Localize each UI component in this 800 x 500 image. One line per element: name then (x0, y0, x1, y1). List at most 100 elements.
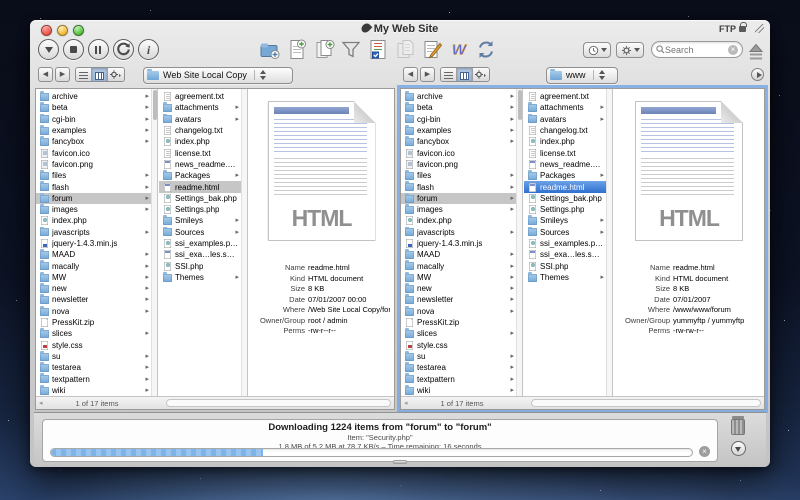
file-row[interactable]: cgi-bin▸ (36, 114, 157, 125)
file-row[interactable]: changelog.txt (159, 125, 247, 136)
file-row[interactable]: news_readme.html (159, 159, 247, 170)
file-row[interactable]: ssi_exa…les.shtml (159, 249, 247, 260)
file-row[interactable]: images▸ (36, 204, 157, 215)
file-row[interactable]: Sources▸ (159, 227, 247, 238)
file-row[interactable]: new▸ (36, 283, 157, 294)
search-field[interactable]: × (651, 41, 743, 58)
info-button[interactable]: i (138, 39, 159, 60)
file-row[interactable]: beta▸ (36, 102, 157, 113)
scrollbar[interactable] (606, 89, 612, 409)
file-row[interactable]: MAAD▸ (401, 249, 522, 260)
new-folder-button[interactable] (259, 38, 281, 61)
file-row[interactable]: favicon.png (401, 159, 522, 170)
download-arrow-button[interactable] (731, 441, 746, 456)
app-logo-button[interactable]: W (448, 38, 470, 61)
file-row[interactable]: Themes▸ (524, 272, 612, 283)
file-row[interactable]: Themes▸ (159, 272, 247, 283)
file-row[interactable]: style.css (36, 340, 157, 351)
new-file-button[interactable] (286, 38, 308, 61)
file-row[interactable]: macally▸ (401, 260, 522, 271)
file-row[interactable]: agreement.txt (159, 91, 247, 102)
file-row[interactable]: PressKit.zip (36, 317, 157, 328)
file-row[interactable]: examples▸ (36, 125, 157, 136)
cancel-transfer-icon[interactable]: × (699, 446, 710, 457)
sync-button[interactable] (475, 38, 497, 61)
view-list-button[interactable] (441, 68, 457, 81)
file-row[interactable]: index.php (159, 136, 247, 147)
file-row[interactable]: readme.html (524, 181, 612, 192)
file-row[interactable]: textpattern▸ (401, 373, 522, 384)
horizontal-scrollbar[interactable] (531, 399, 761, 407)
refresh-button[interactable] (113, 39, 134, 60)
file-row[interactable]: PressKit.zip (401, 317, 522, 328)
file-row[interactable]: Sources▸ (524, 227, 612, 238)
file-row[interactable]: javascripts▸ (401, 227, 522, 238)
file-row[interactable]: Settings_bak.php (159, 193, 247, 204)
forward-button[interactable]: ▶ (420, 67, 435, 82)
file-row[interactable]: Settings.php (159, 204, 247, 215)
file-row[interactable]: index.php (524, 136, 612, 147)
scrollbar[interactable] (241, 89, 247, 409)
file-row[interactable]: nova▸ (401, 306, 522, 317)
remote-path-popup[interactable]: www (546, 67, 618, 84)
file-row[interactable]: newsletter▸ (36, 294, 157, 305)
drawer-handle[interactable] (393, 460, 407, 464)
file-row[interactable]: license.txt (159, 147, 247, 158)
file-row[interactable]: ssi_examples.php (524, 238, 612, 249)
file-row[interactable]: macally▸ (36, 260, 157, 271)
file-row[interactable]: Settings_bak.php (524, 193, 612, 204)
stop-button[interactable] (63, 39, 84, 60)
edit-button[interactable] (421, 38, 443, 61)
file-row[interactable]: testarea▸ (401, 362, 522, 373)
file-row[interactable]: avatars▸ (159, 114, 247, 125)
file-row[interactable]: cgi-bin▸ (401, 114, 522, 125)
file-row[interactable]: MW▸ (36, 272, 157, 283)
view-columns-button[interactable] (457, 68, 473, 81)
file-row[interactable]: beta▸ (401, 102, 522, 113)
horizontal-scrollbar[interactable] (166, 399, 391, 407)
file-row[interactable]: Packages▸ (524, 170, 612, 181)
levels-button[interactable] (745, 40, 767, 63)
file-row[interactable]: textpattern▸ (36, 373, 157, 384)
file-row[interactable]: examples▸ (401, 125, 522, 136)
file-row[interactable]: su▸ (401, 351, 522, 362)
file-row[interactable]: MW▸ (401, 272, 522, 283)
file-row[interactable]: slices▸ (36, 328, 157, 339)
actions-button[interactable] (616, 42, 644, 58)
file-row[interactable]: fancybox▸ (36, 136, 157, 147)
view-list-button[interactable] (76, 68, 92, 81)
back-button[interactable]: ◀ (403, 67, 418, 82)
file-row[interactable]: ssi_examples.php (159, 238, 247, 249)
file-row[interactable]: files▸ (36, 170, 157, 181)
back-button[interactable]: ◀ (38, 67, 53, 82)
file-row[interactable]: flash▸ (36, 181, 157, 192)
file-row[interactable]: attachments▸ (159, 102, 247, 113)
file-row[interactable]: fancybox▸ (401, 136, 522, 147)
trash-icon[interactable] (731, 416, 745, 435)
local-path-popup[interactable]: Web Site Local Copy (143, 67, 293, 84)
file-row[interactable]: favicon.ico (401, 147, 522, 158)
scrollbar[interactable] (151, 89, 157, 409)
duplicate-button[interactable] (313, 38, 335, 61)
file-row[interactable]: SSI.php (159, 260, 247, 271)
search-input[interactable] (665, 45, 717, 55)
scrollbar[interactable] (516, 89, 522, 409)
file-row[interactable]: flash▸ (401, 181, 522, 192)
pane-actions-button[interactable] (473, 68, 489, 81)
pause-button[interactable] (88, 39, 109, 60)
file-row[interactable]: archive▸ (36, 91, 157, 102)
file-row[interactable]: Smileys▸ (159, 215, 247, 226)
file-row[interactable]: index.php (36, 215, 157, 226)
file-row[interactable]: forum▸ (36, 193, 157, 204)
file-row[interactable]: jquery-1.4.3.min.js (36, 238, 157, 249)
file-row[interactable]: Packages▸ (159, 170, 247, 181)
history-button[interactable] (583, 42, 611, 58)
file-row[interactable]: avatars▸ (524, 114, 612, 125)
preview-button[interactable] (394, 38, 416, 61)
view-columns-button[interactable] (92, 68, 108, 81)
file-row[interactable]: changelog.txt (524, 125, 612, 136)
play-button[interactable] (751, 68, 764, 81)
file-row[interactable]: new▸ (401, 283, 522, 294)
file-row[interactable]: ssi_exa…les.shtml (524, 249, 612, 260)
file-row[interactable]: license.txt (524, 147, 612, 158)
